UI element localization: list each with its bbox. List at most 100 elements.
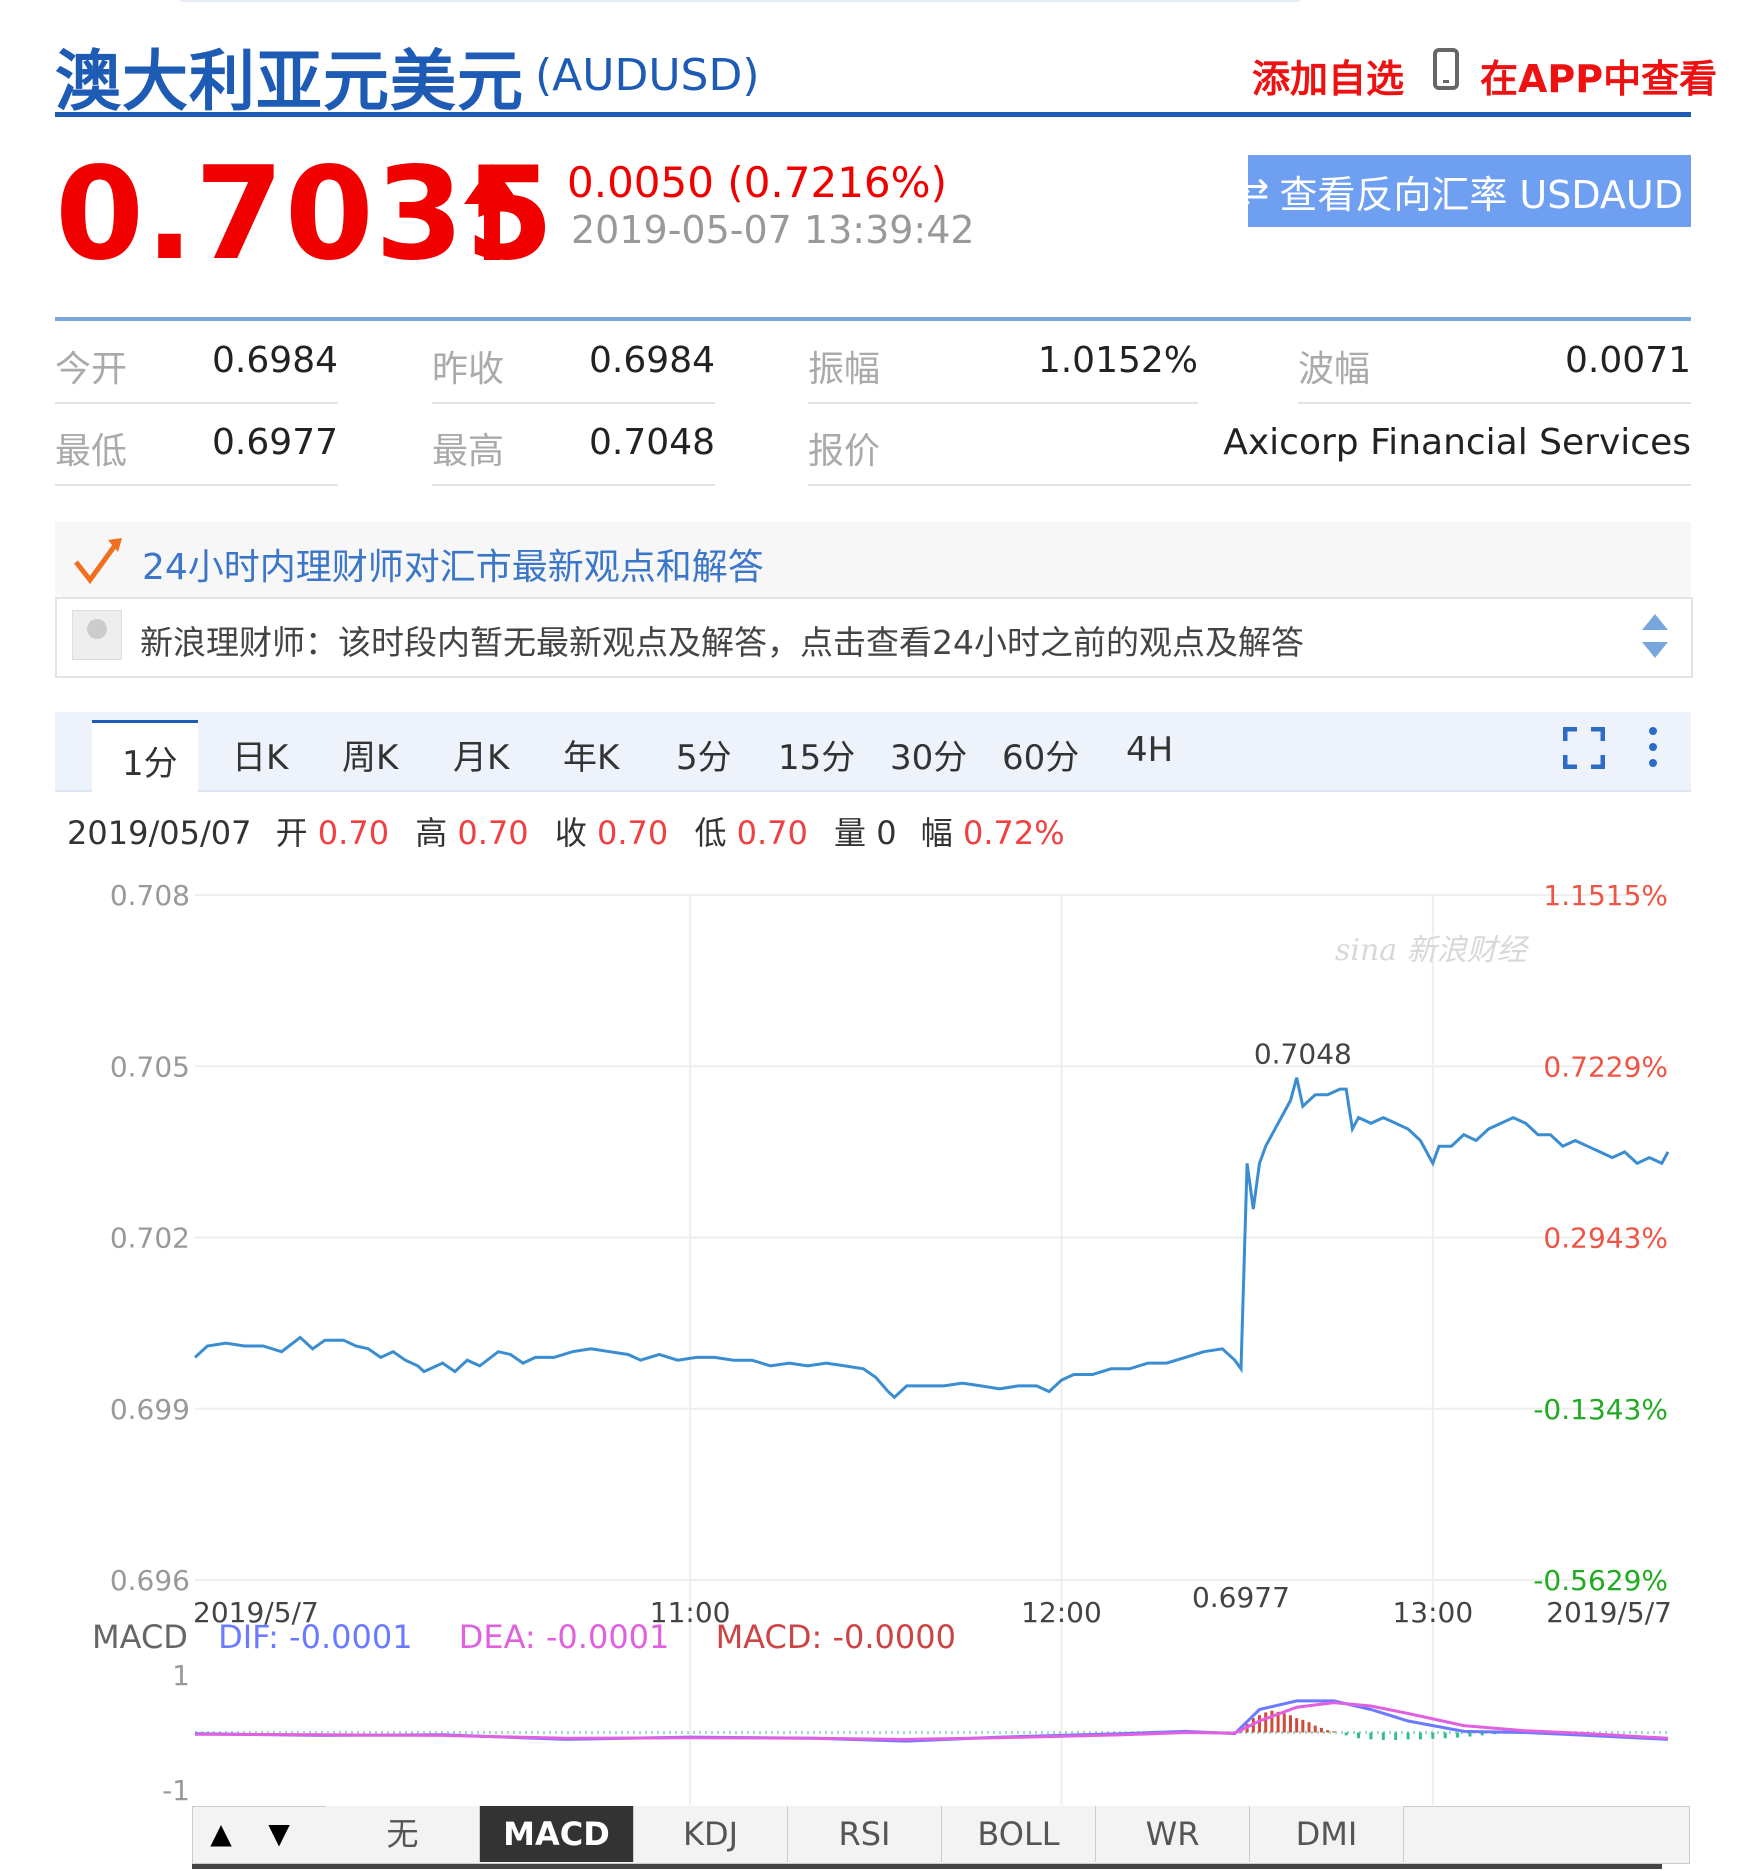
tab-daily[interactable]: 日K bbox=[232, 730, 288, 779]
x-tick-label: 13:00 bbox=[1392, 1596, 1473, 1629]
bottom-divider bbox=[192, 1864, 1662, 1869]
y-axis-right: 1.1515% 0.7229% 0.2943% -0.1343% -0.5629% bbox=[1533, 879, 1668, 1597]
indicator-tab-macd[interactable]: MACD bbox=[480, 1806, 634, 1862]
view-in-app-link[interactable]: 在APP中查看 bbox=[1480, 48, 1717, 103]
stat-divider bbox=[432, 484, 715, 486]
price-chart[interactable]: sina 新浪财经 0.708 0.705 0.702 0.699 0.696 1.15… bbox=[0, 860, 1754, 1806]
prev-close-label: 昨收 bbox=[432, 349, 505, 390]
tab-weekly[interactable]: 周K bbox=[342, 730, 398, 779]
ohlc-high-label: 高 bbox=[415, 814, 448, 852]
sina-watermark: sina 新浪财经 bbox=[1335, 933, 1530, 968]
ohlc-open: 0.70 bbox=[317, 814, 390, 852]
avatar bbox=[72, 610, 122, 660]
range-value: 0.0071 bbox=[1565, 340, 1691, 381]
indicator-tab-none[interactable]: 无 bbox=[326, 1806, 480, 1862]
stats-divider bbox=[55, 317, 1691, 321]
open-value: 0.6984 bbox=[212, 340, 338, 381]
stat-divider bbox=[808, 484, 1691, 486]
quote-timestamp: 2019-05-07 13:39:42 bbox=[571, 208, 975, 252]
macd-dea-label: DEA: -0.0001 bbox=[458, 1618, 670, 1656]
indicator-tab-dmi[interactable]: DMI bbox=[1250, 1806, 1404, 1862]
quote-source-value: Axicorp Financial Services bbox=[1223, 422, 1691, 463]
indicator-prev-button[interactable]: ▲ bbox=[192, 1806, 250, 1862]
tab-1min[interactable]: 1分 bbox=[122, 736, 178, 785]
page-title: 澳大利亚元美元 bbox=[55, 43, 524, 120]
y-right-tick-label: -0.5629% bbox=[1533, 1564, 1668, 1597]
amplitude-label: 振幅 bbox=[808, 349, 881, 390]
indicator-next-button[interactable]: ▼ bbox=[250, 1806, 308, 1862]
macd-dif-label: DIF: -0.0001 bbox=[218, 1618, 413, 1656]
tab-5min[interactable]: 5分 bbox=[676, 730, 732, 779]
currency-symbol: (AUDUSD) bbox=[535, 50, 760, 101]
stat-divider bbox=[808, 402, 1198, 404]
y-right-tick-label: 0.2943% bbox=[1543, 1222, 1668, 1255]
swap-icon: ⇄ bbox=[1239, 170, 1270, 212]
stat-divider bbox=[1298, 402, 1691, 404]
chart-grid bbox=[195, 894, 1668, 1805]
x-tick-label: 2019/5/7 bbox=[1546, 1596, 1672, 1629]
open-label: 今开 bbox=[55, 349, 128, 390]
quote-source-label: 报价 bbox=[808, 431, 881, 472]
ohlc-date: 2019/05/07 bbox=[67, 814, 252, 852]
ohlc-amp-label: 幅 bbox=[920, 814, 953, 852]
stat-divider bbox=[55, 484, 338, 486]
low-label: 最低 bbox=[55, 431, 128, 472]
x-tick-label: 12:00 bbox=[1021, 1596, 1102, 1629]
y-tick-label: 0.705 bbox=[110, 1050, 190, 1083]
high-value: 0.7048 bbox=[589, 422, 715, 463]
y-right-tick-label: 1.1515% bbox=[1543, 879, 1668, 912]
ohlc-summary: 2019/05/07 开 0.70 高 0.70 收 0.70 低 0.70 量… bbox=[67, 808, 1081, 854]
macd-y-tick: -1 bbox=[162, 1774, 190, 1806]
macd-dea-line bbox=[194, 1701, 1669, 1741]
amplitude-value: 1.0152% bbox=[1037, 340, 1198, 381]
indicator-tab-boll[interactable]: BOLL bbox=[942, 1806, 1096, 1862]
reverse-rate-button[interactable]: ⇄ 查看反向汇率 USDAUD bbox=[1239, 155, 1691, 227]
y-right-tick-label: -0.1343% bbox=[1533, 1393, 1668, 1426]
tab-4h[interactable]: 4H bbox=[1126, 730, 1173, 770]
y-tick-label: 0.702 bbox=[110, 1222, 190, 1255]
macd-value-label: MACD: -0.0000 bbox=[715, 1618, 956, 1656]
ohlc-volume-label: 量 bbox=[834, 814, 867, 852]
top-divider bbox=[180, 0, 1300, 2]
tab-15min[interactable]: 15分 bbox=[778, 730, 855, 779]
price-change: 0.0050 (0.7216%) bbox=[567, 158, 947, 207]
ohlc-low: 0.70 bbox=[736, 814, 808, 852]
ohlc-amp: 0.72% bbox=[962, 814, 1065, 852]
tab-monthly[interactable]: 月K bbox=[453, 730, 509, 779]
advisor-title[interactable]: 24小时内理财师对汇市最新观点和解答 bbox=[142, 538, 764, 590]
indicator-tab-rsi[interactable]: RSI bbox=[788, 1806, 942, 1862]
prev-close-value: 0.6984 bbox=[589, 340, 715, 381]
header-divider bbox=[55, 112, 1691, 117]
more-menu-icon[interactable] bbox=[1646, 725, 1660, 769]
up-arrow-icon bbox=[464, 164, 520, 260]
tab-60min[interactable]: 60分 bbox=[1002, 730, 1079, 779]
advisor-message[interactable]: 新浪理财师：该时段内暂无最新观点及解答，点击查看24小时之前的观点及解答 bbox=[140, 616, 1304, 664]
tab-yearly[interactable]: 年K bbox=[563, 730, 619, 779]
add-to-watchlist-link[interactable]: 添加自选 bbox=[1252, 48, 1404, 103]
extreme-label: 0.7048 bbox=[1254, 1038, 1352, 1071]
indicator-tab-wr[interactable]: WR bbox=[1096, 1806, 1250, 1862]
ohlc-open-label: 开 bbox=[275, 814, 308, 852]
low-value: 0.6977 bbox=[212, 422, 338, 463]
y-tick-label: 0.696 bbox=[110, 1564, 190, 1597]
stat-divider bbox=[55, 402, 338, 404]
macd-y-tick: 1 bbox=[172, 1659, 190, 1692]
ohlc-volume: 0 bbox=[876, 814, 897, 852]
scroll-arrows-icon[interactable] bbox=[1640, 612, 1670, 660]
y-tick-label: 0.708 bbox=[110, 879, 190, 912]
chart-annotations: 0.7048 0.6977 bbox=[1192, 1038, 1352, 1614]
ohlc-high: 0.70 bbox=[457, 814, 529, 852]
ohlc-low-label: 低 bbox=[694, 814, 727, 852]
ohlc-close-label: 收 bbox=[554, 814, 587, 852]
trend-check-icon bbox=[74, 538, 122, 585]
indicator-tab-kdj[interactable]: KDJ bbox=[634, 1806, 788, 1862]
y-right-tick-label: 0.7229% bbox=[1543, 1050, 1668, 1083]
y-axis-left: 0.708 0.705 0.702 0.699 0.696 bbox=[110, 879, 190, 1597]
y-tick-label: 0.699 bbox=[110, 1393, 190, 1426]
tab-30min[interactable]: 30分 bbox=[890, 730, 967, 779]
chart-tab-bar bbox=[55, 712, 1691, 792]
fullscreen-icon[interactable] bbox=[1563, 727, 1605, 769]
phone-icon bbox=[1433, 48, 1459, 90]
stat-divider bbox=[432, 402, 715, 404]
reverse-rate-label: 查看反向汇率 USDAUD bbox=[1279, 172, 1683, 217]
